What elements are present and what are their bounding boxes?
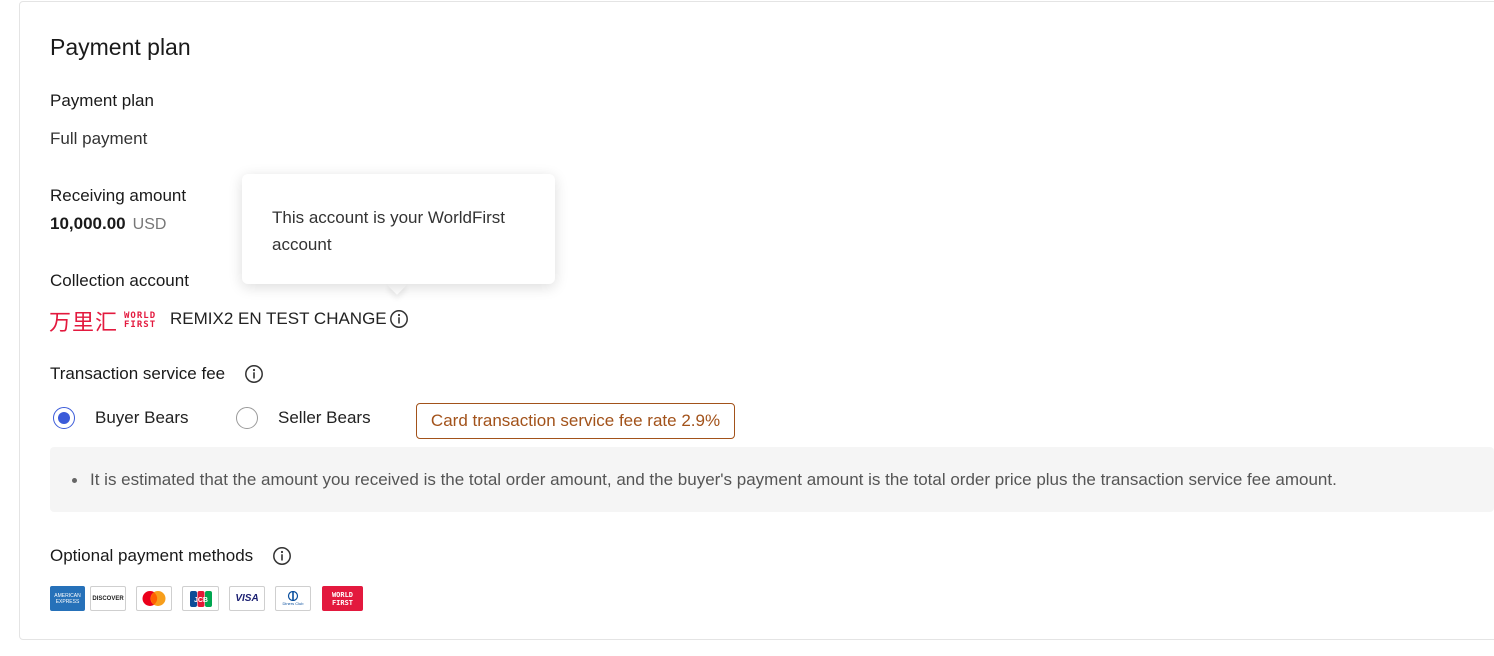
receiving-amount-currency: USD — [132, 216, 167, 233]
mastercard-icon — [136, 586, 172, 611]
receiving-amount-label: Receiving amount — [50, 186, 187, 205]
tooltip-text: This account is your WorldFirst account — [272, 208, 506, 254]
payment-plan-value: Full payment — [50, 129, 148, 148]
worldfirst-icon-line1: WORLD — [331, 590, 354, 599]
jcb-icon: JCB — [182, 586, 219, 611]
worldfirst-logo-en-line2: FIRST — [124, 320, 157, 330]
amex-label-line2: EXPRESS — [55, 598, 80, 605]
diners-club-label: Diners Club — [282, 601, 304, 606]
info-icon[interactable] — [272, 546, 292, 566]
worldfirst-logo-en: WORLD FIRST — [124, 312, 156, 330]
bullet-icon — [72, 478, 77, 483]
receiving-amount: 10,000.00 USD — [50, 214, 166, 234]
worldfirst-icon: WORLD FIRST — [322, 586, 363, 611]
worldfirst-icon-line2: FIRST — [331, 598, 354, 607]
amex-icon: AMERICAN EXPRESS — [50, 586, 85, 611]
section-title: Payment plan — [50, 34, 191, 60]
visa-label: VISA — [235, 593, 259, 604]
visa-icon: VISA — [229, 586, 265, 611]
receiving-amount-value: 10,000.00 — [50, 214, 126, 233]
payment-methods-label: Optional payment methods — [50, 546, 254, 565]
fee-note-text: It is estimated that the amount you rece… — [90, 470, 1337, 489]
info-icon[interactable] — [389, 309, 409, 329]
diners-club-icon: Diners Club — [275, 586, 311, 611]
info-icon[interactable] — [244, 364, 264, 384]
seller-bears-radio[interactable] — [236, 407, 258, 429]
buyer-bears-radio[interactable] — [53, 407, 75, 429]
collection-account-name: REMIX2 EN TEST CHANGE — [170, 309, 387, 328]
fee-rate-text: Card transaction service fee rate 2.9% — [430, 411, 721, 430]
buyer-bears-label[interactable]: Buyer Bears — [95, 408, 189, 428]
seller-bears-label[interactable]: Seller Bears — [278, 408, 371, 428]
worldfirst-logo: 万里汇 WORLD FIRST — [49, 305, 156, 337]
transaction-fee-label: Transaction service fee — [50, 364, 226, 383]
jcb-label: JCB — [193, 597, 207, 604]
discover-label: DISCOVER — [92, 595, 124, 602]
account-tooltip: This account is your WorldFirst account — [242, 174, 555, 284]
fee-rate-badge: Card transaction service fee rate 2.9% — [416, 403, 735, 439]
discover-icon: DISCOVER — [90, 586, 126, 611]
payment-plan-label: Payment plan — [50, 91, 154, 110]
collection-account-label: Collection account — [50, 271, 189, 290]
worldfirst-logo-cn: 万里汇 — [49, 311, 119, 336]
